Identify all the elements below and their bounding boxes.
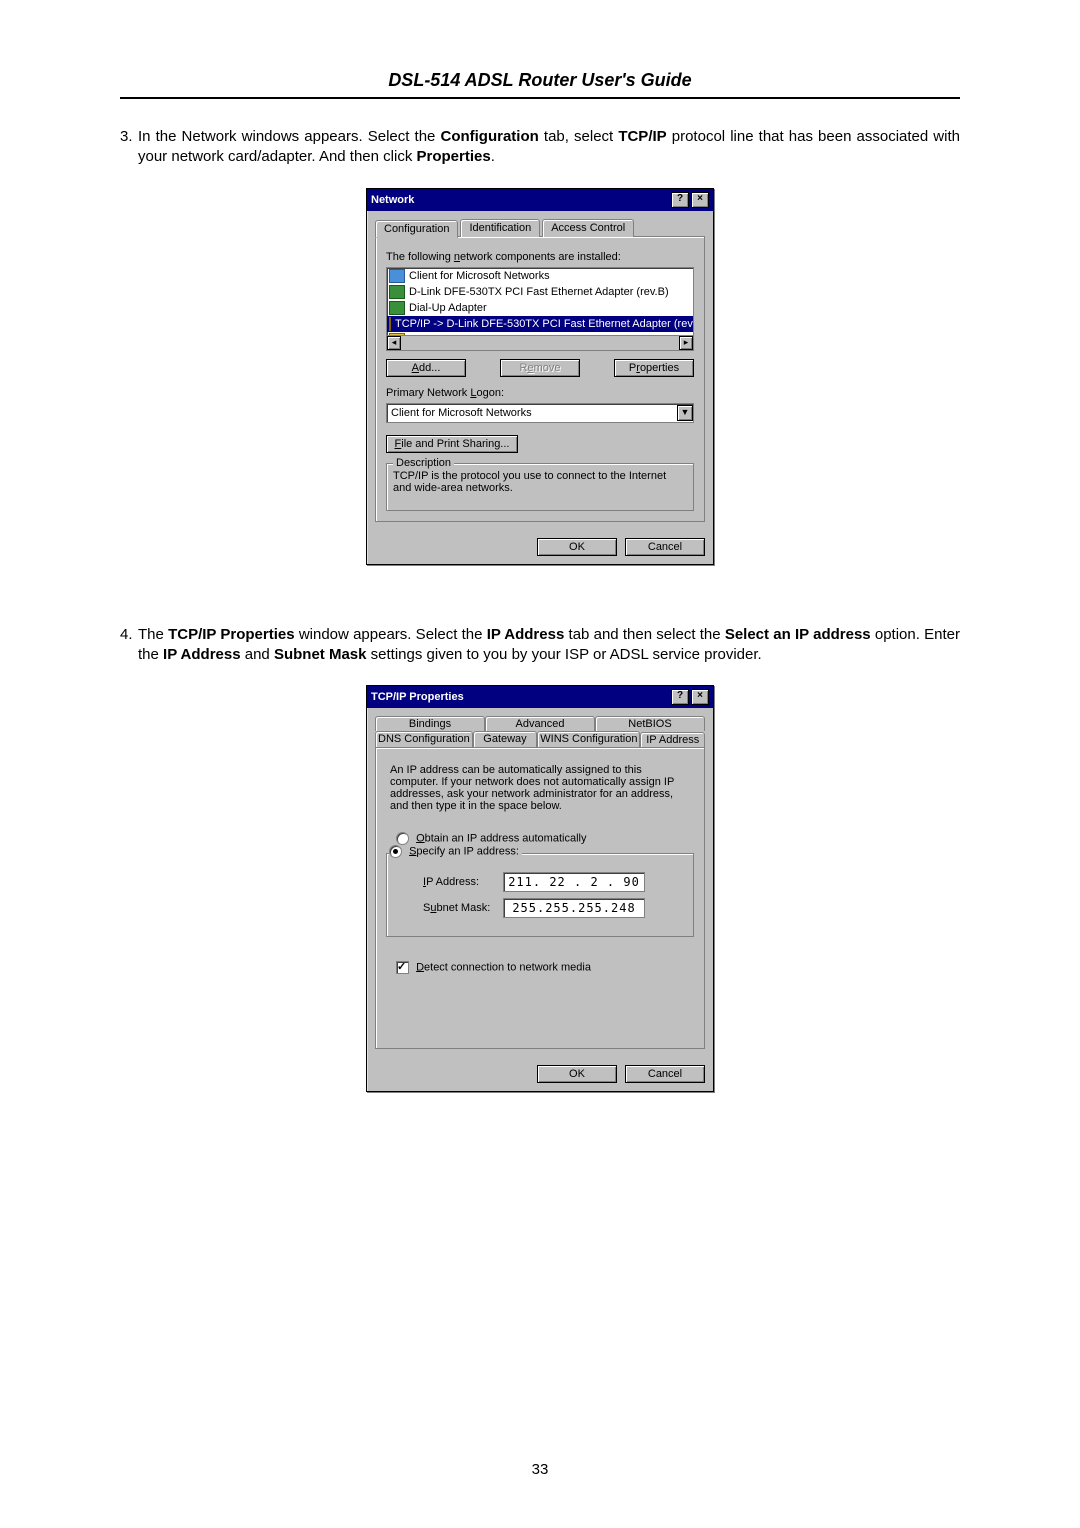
network-titlebar: Network ? ×: [367, 189, 713, 211]
tcpip-tabs-row1: Bindings Advanced NetBIOS: [375, 716, 705, 731]
network-tabpanel: The following network components are ins…: [375, 236, 705, 522]
file-print-sharing-button[interactable]: File and Print Sharing...: [386, 435, 518, 453]
radio-obtain-row[interactable]: Obtain an IP address automatically: [396, 832, 694, 845]
subnet-mask-input[interactable]: 255.255.255.248: [503, 898, 645, 918]
ip-intro-text: An IP address can be automatically assig…: [390, 764, 690, 812]
primary-logon-dropdown[interactable]: Client for Microsoft Networks ▼: [386, 403, 694, 423]
radio-specify[interactable]: [389, 845, 402, 858]
tab-dns[interactable]: DNS Configuration: [375, 731, 473, 747]
ok-button[interactable]: OK: [537, 1065, 617, 1083]
list-item-selected[interactable]: TCP/IP -> D-Link DFE-530TX PCI Fast Ethe…: [387, 316, 693, 332]
detect-row[interactable]: Detect connection to network media: [396, 961, 694, 974]
tab-advanced[interactable]: Advanced: [485, 716, 595, 731]
primary-logon-label: Primary Network Logon:: [386, 387, 694, 399]
ip-address-input[interactable]: 211. 22 . 2 . 90: [503, 872, 645, 892]
close-icon[interactable]: ×: [691, 192, 709, 208]
add-button[interactable]: Add...: [386, 359, 466, 377]
help-icon[interactable]: ?: [671, 192, 689, 208]
tcpip-titlebar: TCP/IP Properties ? ×: [367, 686, 713, 708]
remove-button[interactable]: Remove: [500, 359, 580, 377]
tab-gateway[interactable]: Gateway: [473, 731, 538, 747]
list-item[interactable]: D-Link DFE-530TX PCI Fast Ethernet Adapt…: [387, 284, 693, 300]
description-title: Description: [393, 457, 454, 469]
tcpip-dialog: TCP/IP Properties ? × Bindings Advanced …: [366, 685, 714, 1092]
description-text: TCP/IP is the protocol you use to connec…: [393, 470, 687, 504]
adapter-icon: [389, 285, 405, 299]
description-group: Description TCP/IP is the protocol you u…: [386, 463, 694, 511]
tcpip-tabpanel: An IP address can be automatically assig…: [375, 747, 705, 1049]
ip-address-label: IP Address:: [423, 876, 503, 888]
cancel-button[interactable]: Cancel: [625, 538, 705, 556]
adapter-icon: [389, 301, 405, 315]
tab-netbios[interactable]: NetBIOS: [595, 716, 705, 731]
list-item[interactable]: Dial-Up Adapter: [387, 300, 693, 316]
close-icon[interactable]: ×: [691, 689, 709, 705]
network-tabs: Configuration Identification Access Cont…: [375, 219, 705, 237]
instruction-step-4: 4.The TCP/IP Properties window appears. …: [120, 625, 960, 666]
radio-specify-row[interactable]: Specify an IP address:: [389, 845, 522, 858]
tab-identification[interactable]: Identification: [460, 219, 540, 237]
network-title: Network: [371, 194, 414, 206]
horizontal-scrollbar[interactable]: ◂ ▸: [387, 335, 693, 350]
tcpip-tabs-row2: DNS Configuration Gateway WINS Configura…: [375, 731, 705, 747]
tcpip-title: TCP/IP Properties: [371, 691, 464, 703]
page-number: 33: [0, 1461, 1080, 1478]
protocol-icon: [389, 317, 391, 331]
subnet-mask-label: Subnet Mask:: [423, 902, 503, 914]
chevron-down-icon[interactable]: ▼: [677, 405, 693, 421]
tab-wins[interactable]: WINS Configuration: [537, 731, 640, 747]
network-dialog: Network ? × Configuration Identification…: [366, 188, 714, 565]
client-icon: [389, 269, 405, 283]
detect-checkbox[interactable]: [396, 961, 409, 974]
specify-group: Specify an IP address: IP Address: 211. …: [386, 853, 694, 937]
tab-access-control[interactable]: Access Control: [542, 219, 634, 237]
components-listbox[interactable]: Client for Microsoft Networks D-Link DFE…: [386, 267, 694, 351]
tab-ipaddress[interactable]: IP Address: [640, 732, 705, 748]
instruction-step-3: 3.In the Network windows appears. Select…: [120, 127, 960, 168]
tab-configuration[interactable]: Configuration: [375, 220, 458, 238]
page-header: DSL-514 ADSL Router User's Guide: [120, 70, 960, 99]
cancel-button[interactable]: Cancel: [625, 1065, 705, 1083]
installed-label: The following network components are ins…: [386, 251, 694, 263]
list-item[interactable]: Client for Microsoft Networks: [387, 268, 693, 284]
scroll-right-icon[interactable]: ▸: [679, 336, 693, 350]
radio-obtain[interactable]: [396, 832, 409, 845]
properties-button[interactable]: Properties: [614, 359, 694, 377]
help-icon[interactable]: ?: [671, 689, 689, 705]
scroll-left-icon[interactable]: ◂: [387, 336, 401, 350]
ok-button[interactable]: OK: [537, 538, 617, 556]
tab-bindings[interactable]: Bindings: [375, 716, 485, 731]
